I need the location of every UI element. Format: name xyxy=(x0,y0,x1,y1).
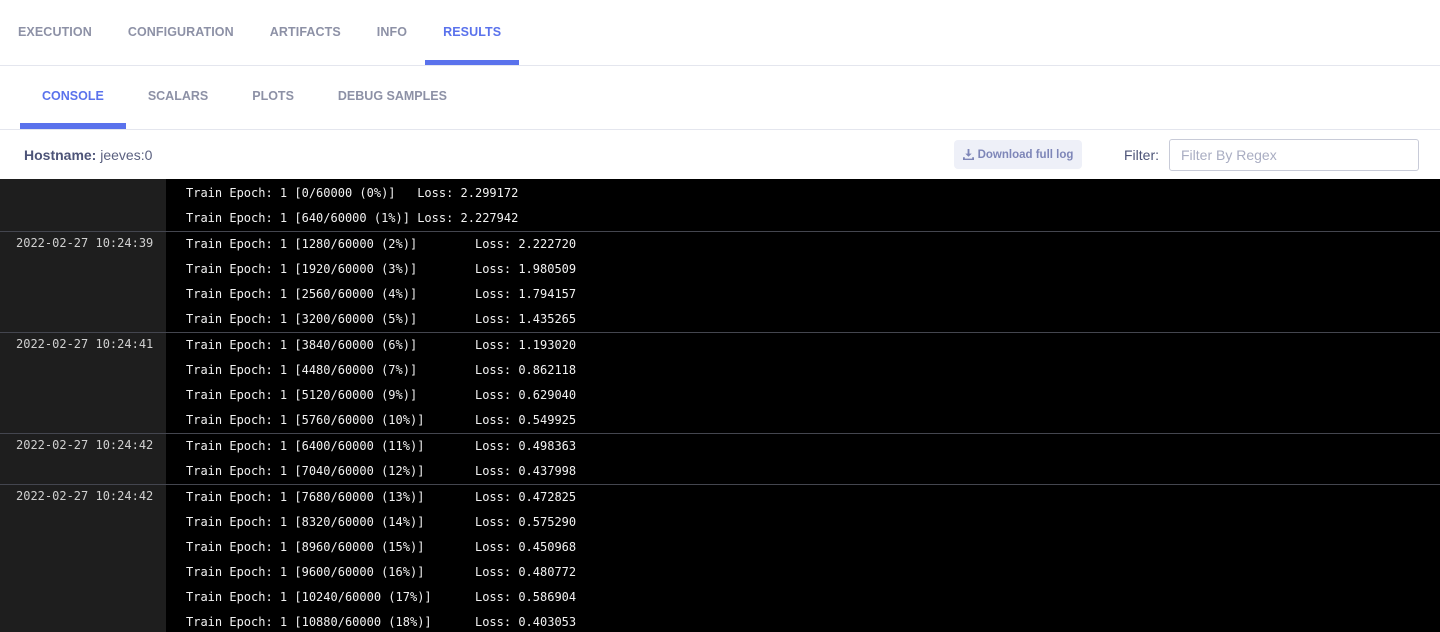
hostname-value: jeeves:0 xyxy=(100,146,153,163)
log-line: Train Epoch: 1 [10880/60000 (18%)] Loss:… xyxy=(186,615,577,629)
log-group: 2022-02-27 10:24:39 Train Epoch: 1 [1280/… xyxy=(0,231,1440,332)
log-lines: Train Epoch: 1 [0/60000 (0%)] Loss: 2.29… xyxy=(166,179,1440,231)
log-line: Train Epoch: 1 [6400/60000 (11%)] Loss: … xyxy=(186,439,577,453)
log-lines: Train Epoch: 1 [3840/60000 (6%)] Loss: 1… xyxy=(166,333,1440,433)
tab-scalars[interactable]: SCALARS xyxy=(126,66,230,129)
log-line: Train Epoch: 1 [8320/60000 (14%)] Loss: … xyxy=(186,515,577,529)
log-line: Train Epoch: 1 [0/60000 (0%)] Loss: 2.29… xyxy=(186,186,519,200)
log-timestamp xyxy=(0,179,166,231)
tab-results[interactable]: RESULTS xyxy=(425,0,520,65)
console-log: Train Epoch: 1 [0/60000 (0%)] Loss: 2.29… xyxy=(0,179,1440,632)
log-line: Train Epoch: 1 [8960/60000 (15%)] Loss: … xyxy=(186,540,577,554)
filter-label: Filter: xyxy=(1124,146,1159,163)
hostname: Hostname: jeeves:0 xyxy=(24,147,954,163)
log-group: 2022-02-27 10:24:42 Train Epoch: 1 [7680/… xyxy=(0,484,1440,632)
console-toolbar: Hostname: jeeves:0 Download full log Fil… xyxy=(0,130,1440,179)
log-timestamp: 2022-02-27 10:24:39 xyxy=(0,232,166,332)
download-full-log-button[interactable]: Download full log xyxy=(954,140,1082,169)
log-group: 2022-02-27 10:24:41 Train Epoch: 1 [3840/… xyxy=(0,332,1440,433)
log-group: Train Epoch: 1 [0/60000 (0%)] Loss: 2.29… xyxy=(0,179,1440,231)
log-line: Train Epoch: 1 [1920/60000 (3%)] Loss: 1… xyxy=(186,262,577,276)
log-timestamp: 2022-02-27 10:24:42 xyxy=(0,434,166,484)
tab-artifacts[interactable]: ARTIFACTS xyxy=(252,0,359,65)
log-line: Train Epoch: 1 [3200/60000 (5%)] Loss: 1… xyxy=(186,312,577,326)
log-line: Train Epoch: 1 [4480/60000 (7%)] Loss: 0… xyxy=(186,363,577,377)
log-line: Train Epoch: 1 [3840/60000 (6%)] Loss: 1… xyxy=(186,338,577,352)
log-line: Train Epoch: 1 [2560/60000 (4%)] Loss: 1… xyxy=(186,287,577,301)
hostname-label: Hostname: xyxy=(24,146,97,163)
tab-console[interactable]: CONSOLE xyxy=(20,66,126,129)
tab-info[interactable]: INFO xyxy=(359,0,425,65)
log-line: Train Epoch: 1 [7680/60000 (13%)] Loss: … xyxy=(186,490,577,504)
log-lines: Train Epoch: 1 [7680/60000 (13%)] Loss: … xyxy=(166,485,1440,632)
log-lines: Train Epoch: 1 [1280/60000 (2%)] Loss: 2… xyxy=(166,232,1440,332)
log-lines: Train Epoch: 1 [6400/60000 (11%)] Loss: … xyxy=(166,434,1440,484)
download-icon xyxy=(962,149,974,160)
log-line: Train Epoch: 1 [7040/60000 (12%)] Loss: … xyxy=(186,464,577,478)
log-line: Train Epoch: 1 [640/60000 (1%)] Loss: 2.… xyxy=(186,211,519,225)
log-line: Train Epoch: 1 [5760/60000 (10%)] Loss: … xyxy=(186,413,577,427)
filter-input[interactable] xyxy=(1169,138,1419,171)
tab-debug-samples[interactable]: DEBUG SAMPLES xyxy=(316,66,469,129)
tab-configuration[interactable]: CONFIGURATION xyxy=(110,0,252,65)
tab-execution[interactable]: EXECUTION xyxy=(0,0,110,65)
download-label: Download full log xyxy=(977,148,1074,161)
log-line: Train Epoch: 1 [10240/60000 (17%)] Loss:… xyxy=(186,590,577,604)
log-group: 2022-02-27 10:24:42 Train Epoch: 1 [6400/… xyxy=(0,433,1440,484)
log-line: Train Epoch: 1 [1280/60000 (2%)] Loss: 2… xyxy=(186,237,577,251)
tab-plots[interactable]: PLOTS xyxy=(230,66,316,129)
sub-tab-bar: CONSOLE SCALARS PLOTS DEBUG SAMPLES xyxy=(0,66,1440,130)
log-line: Train Epoch: 1 [5120/60000 (9%)] Loss: 0… xyxy=(186,388,577,402)
log-timestamp: 2022-02-27 10:24:41 xyxy=(0,333,166,433)
log-timestamp: 2022-02-27 10:24:42 xyxy=(0,485,166,632)
log-line: Train Epoch: 1 [9600/60000 (16%)] Loss: … xyxy=(186,565,577,579)
top-tab-bar: EXECUTION CONFIGURATION ARTIFACTS INFO R… xyxy=(0,0,1440,66)
